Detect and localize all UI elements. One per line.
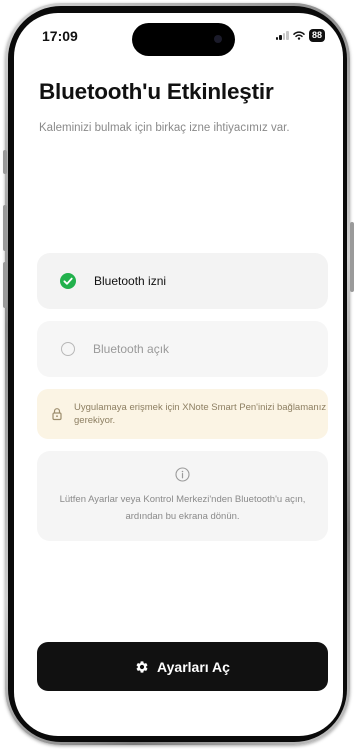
app-screen: 17:09 88 Bluetooth'u Etkinleştir Kalemin… — [14, 13, 343, 736]
camera-icon — [214, 35, 222, 43]
status-bar: 17:09 88 — [14, 13, 343, 57]
info-card: Lütfen Ayarlar veya Kontrol Merkezi'nden… — [37, 451, 328, 541]
check-circle-icon — [60, 273, 76, 289]
dynamic-island — [132, 23, 235, 56]
notice-banner: Uygulamaya erişmek için XNote Smart Pen'… — [37, 389, 328, 439]
permission-item-bluetooth-permission: Bluetooth izni — [37, 253, 328, 309]
lock-icon — [52, 408, 62, 421]
open-settings-label: Ayarları Aç — [157, 658, 230, 675]
status-icons: 88 — [275, 29, 325, 42]
signal-icon — [275, 31, 289, 40]
power-button — [350, 222, 354, 292]
permission-label: Bluetooth izni — [94, 274, 167, 288]
page-title: Bluetooth'u Etkinleştir — [39, 79, 274, 104]
permission-label: Bluetooth açık — [93, 342, 170, 356]
page-subtitle: Kaleminizi bulmak için birkaç izne ihtiy… — [39, 122, 290, 134]
empty-circle-icon — [61, 342, 75, 356]
volume-down-button — [3, 262, 7, 308]
permission-item-bluetooth-on: Bluetooth açık — [37, 321, 328, 377]
notice-text: Uygulamaya erişmek için XNote Smart Pen'… — [74, 402, 327, 426]
action-button — [3, 150, 7, 174]
open-settings-button[interactable]: Ayarları Aç — [37, 642, 328, 691]
status-time: 17:09 — [42, 28, 78, 44]
wifi-icon — [293, 31, 305, 40]
gear-icon — [136, 660, 148, 673]
info-icon — [175, 467, 190, 482]
volume-up-button — [3, 205, 7, 251]
battery-indicator: 88 — [308, 29, 325, 42]
info-text: Lütfen Ayarlar veya Kontrol Merkezi'nden… — [59, 494, 306, 522]
